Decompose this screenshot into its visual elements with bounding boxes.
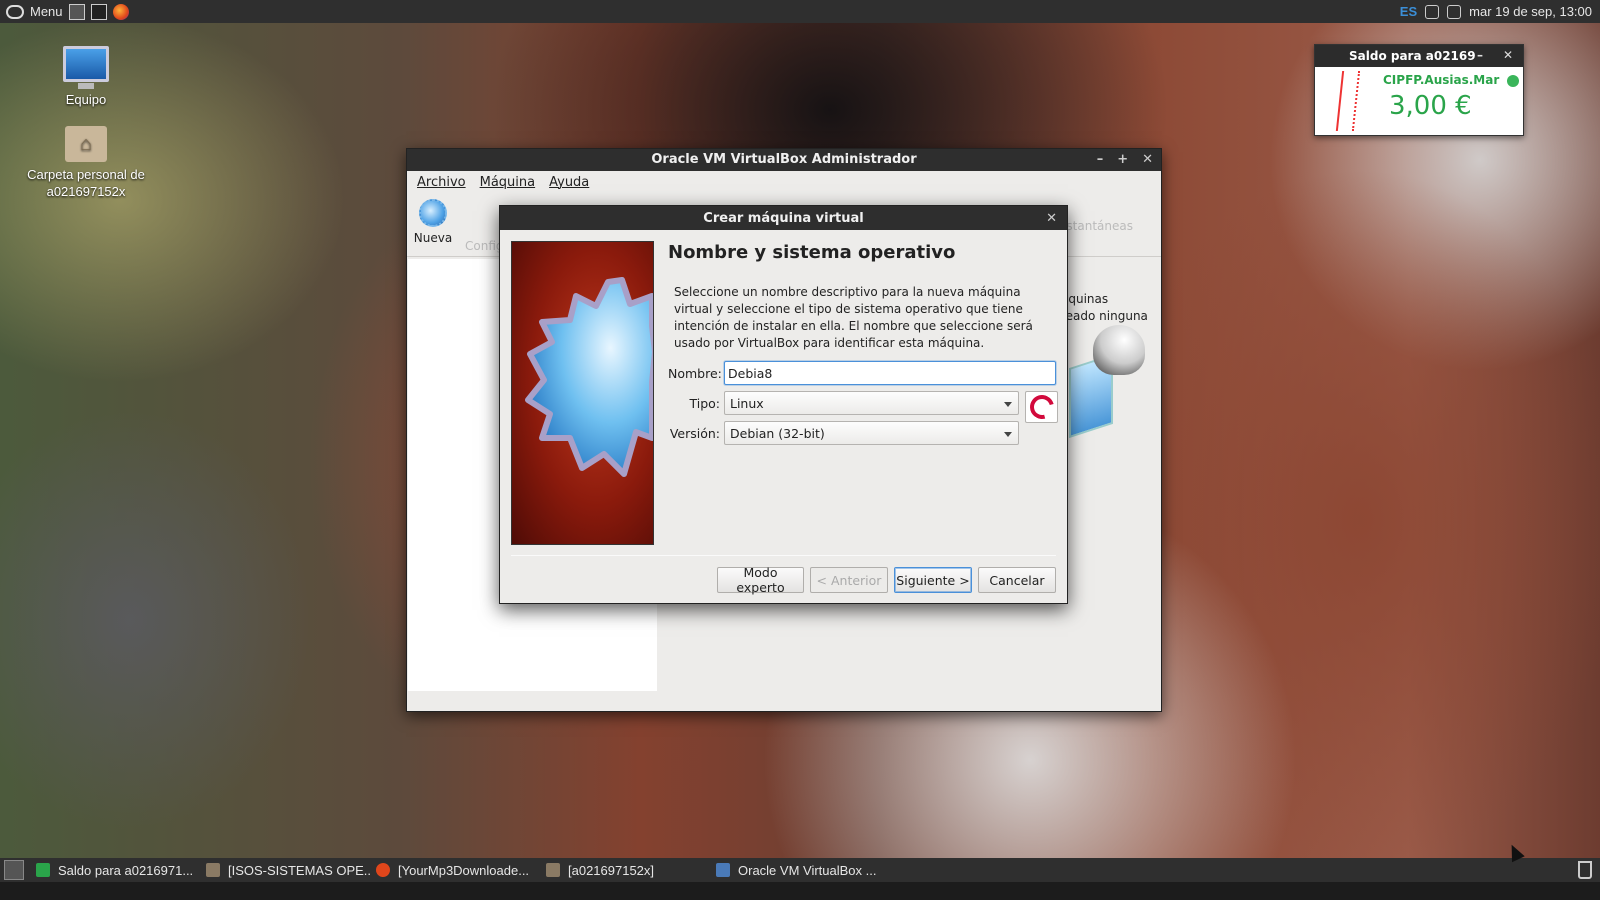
folder-icon bbox=[206, 863, 220, 877]
file-manager-launcher-icon[interactable] bbox=[68, 3, 85, 20]
taskbar-item-label: Saldo para a0216971... bbox=[58, 862, 194, 878]
status-icon bbox=[1507, 75, 1519, 87]
welcome-line: reado ninguna bbox=[1061, 309, 1148, 323]
window-titlebar[interactable]: Oracle VM VirtualBox Administrador – + ✕ bbox=[407, 149, 1161, 171]
name-label: Nombre: bbox=[668, 365, 722, 381]
taskbar-item[interactable]: [YourMp3Downloade... bbox=[372, 863, 542, 878]
balance-app-icon bbox=[36, 863, 50, 877]
desktop-icon-computer[interactable]: Equipo bbox=[16, 46, 156, 107]
name-input[interactable] bbox=[724, 361, 1056, 385]
taskbar-item[interactable]: [a021697152x] bbox=[542, 863, 712, 878]
starburst-icon bbox=[525, 277, 653, 477]
version-select-value: Debian (32-bit) bbox=[730, 425, 825, 441]
firefox-icon bbox=[376, 863, 390, 877]
menu-archivo[interactable]: Archivo bbox=[417, 175, 466, 190]
taskbar-item-label: [a021697152x] bbox=[568, 862, 655, 878]
maximize-icon[interactable]: + bbox=[1117, 149, 1128, 171]
dialog-title: Crear máquina virtual bbox=[703, 211, 864, 226]
next-button[interactable]: Siguiente > bbox=[894, 567, 972, 593]
minimize-icon[interactable]: – bbox=[1097, 149, 1104, 171]
desktop-icon-label: Equipo bbox=[65, 92, 107, 107]
taskbar-item[interactable]: Saldo para a0216971... bbox=[32, 863, 202, 878]
folder-icon bbox=[546, 863, 560, 877]
close-icon[interactable]: ✕ bbox=[1503, 48, 1513, 62]
penguin-icon bbox=[1093, 325, 1145, 375]
balance-widget-title: Saldo para a02169 bbox=[1349, 49, 1476, 63]
type-select-value: Linux bbox=[730, 395, 764, 411]
welcome-line: áquinas bbox=[1061, 292, 1109, 306]
desktop-icon-label: Carpeta personal de a021697152x bbox=[27, 167, 145, 199]
version-row: Versión: Debian (32-bit) bbox=[668, 421, 1019, 445]
taskbar: Saldo para a0216971... [ISOS-SISTEMAS OP… bbox=[0, 858, 1600, 882]
taskbar-item[interactable]: [ISOS-SISTEMAS OPE... bbox=[202, 863, 372, 878]
new-vm-icon bbox=[419, 199, 447, 227]
settings-button[interactable]: Config bbox=[465, 239, 504, 253]
version-label: Versión: bbox=[669, 425, 720, 441]
firefox-launcher-icon[interactable] bbox=[112, 3, 129, 20]
volume-icon[interactable] bbox=[1447, 4, 1462, 19]
new-vm-label: Nueva bbox=[413, 231, 453, 245]
show-desktop-icon[interactable] bbox=[4, 860, 24, 880]
create-vm-dialog: Crear máquina virtual ✕ Nombre y sistema… bbox=[499, 205, 1068, 604]
minimize-icon[interactable]: – bbox=[1477, 48, 1483, 62]
receipt-icon bbox=[1335, 71, 1361, 131]
chevron-down-icon bbox=[1004, 432, 1012, 437]
taskbar-item[interactable]: Oracle VM VirtualBox ... bbox=[712, 863, 882, 878]
type-label: Tipo: bbox=[689, 395, 720, 411]
balance-widget: Saldo para a02169 – ✕ CIPFP.Ausias.Mar 3… bbox=[1314, 44, 1524, 136]
os-icon bbox=[1025, 390, 1058, 424]
name-row: Nombre: bbox=[668, 361, 1056, 385]
balance-amount: 3,00 € bbox=[1389, 91, 1472, 121]
taskbar-item-label: [YourMp3Downloade... bbox=[398, 862, 530, 878]
trash-icon[interactable] bbox=[1578, 861, 1592, 879]
virtualbox-icon bbox=[716, 863, 730, 877]
type-select[interactable]: Linux bbox=[724, 391, 1019, 415]
close-icon[interactable]: ✕ bbox=[1142, 149, 1153, 171]
window-title: Oracle VM VirtualBox Administrador bbox=[651, 152, 917, 167]
menu-maquina[interactable]: Máquina bbox=[480, 175, 536, 190]
close-icon[interactable]: ✕ bbox=[1046, 206, 1057, 232]
desktop-icon-home[interactable]: ⌂ Carpeta personal de a021697152x bbox=[16, 126, 156, 200]
page-description: Seleccione un nombre descriptivo para la… bbox=[674, 285, 1033, 350]
wizard-banner-image bbox=[511, 241, 654, 545]
separator bbox=[511, 555, 1056, 556]
expert-mode-button[interactable]: Modo experto bbox=[717, 565, 804, 595]
taskbar-item-label: Oracle VM VirtualBox ... bbox=[738, 862, 877, 878]
mint-menu-icon[interactable] bbox=[6, 4, 24, 19]
keyboard-layout-indicator[interactable]: ES bbox=[1400, 4, 1417, 19]
computer-icon bbox=[63, 46, 109, 89]
welcome-illustration bbox=[1063, 325, 1157, 445]
welcome-text: áquinas reado ninguna bbox=[1061, 291, 1148, 325]
cancel-button[interactable]: Cancelar bbox=[978, 567, 1056, 593]
clock[interactable]: mar 19 de sep, 13:00 bbox=[1469, 4, 1592, 19]
shield-icon[interactable] bbox=[1425, 4, 1440, 19]
dialog-titlebar[interactable]: Crear máquina virtual ✕ bbox=[500, 206, 1067, 230]
type-row: Tipo: Linux bbox=[668, 391, 1019, 415]
menu-ayuda[interactable]: Ayuda bbox=[549, 175, 589, 190]
new-vm-button[interactable]: Nueva bbox=[413, 199, 453, 245]
menu-button[interactable]: Menu bbox=[30, 4, 63, 19]
taskbar-item-label: [ISOS-SISTEMAS OPE... bbox=[228, 862, 372, 878]
back-button[interactable]: < Anterior bbox=[810, 567, 888, 593]
balance-widget-titlebar: Saldo para a02169 – ✕ bbox=[1315, 45, 1523, 67]
debian-logo-icon bbox=[1025, 390, 1058, 424]
chevron-down-icon bbox=[1004, 402, 1012, 407]
home-folder-icon: ⌂ bbox=[65, 126, 107, 162]
menubar: Archivo Máquina Ayuda bbox=[407, 171, 1161, 193]
page-heading: Nombre y sistema operativo bbox=[668, 242, 956, 263]
terminal-launcher-icon[interactable] bbox=[90, 3, 107, 20]
screen-bottom-strip bbox=[0, 882, 1600, 900]
balance-organization: CIPFP.Ausias.Mar bbox=[1383, 73, 1500, 87]
top-panel: Menu ES mar 19 de sep, 13:00 bbox=[0, 0, 1600, 23]
version-select[interactable]: Debian (32-bit) bbox=[724, 421, 1019, 445]
